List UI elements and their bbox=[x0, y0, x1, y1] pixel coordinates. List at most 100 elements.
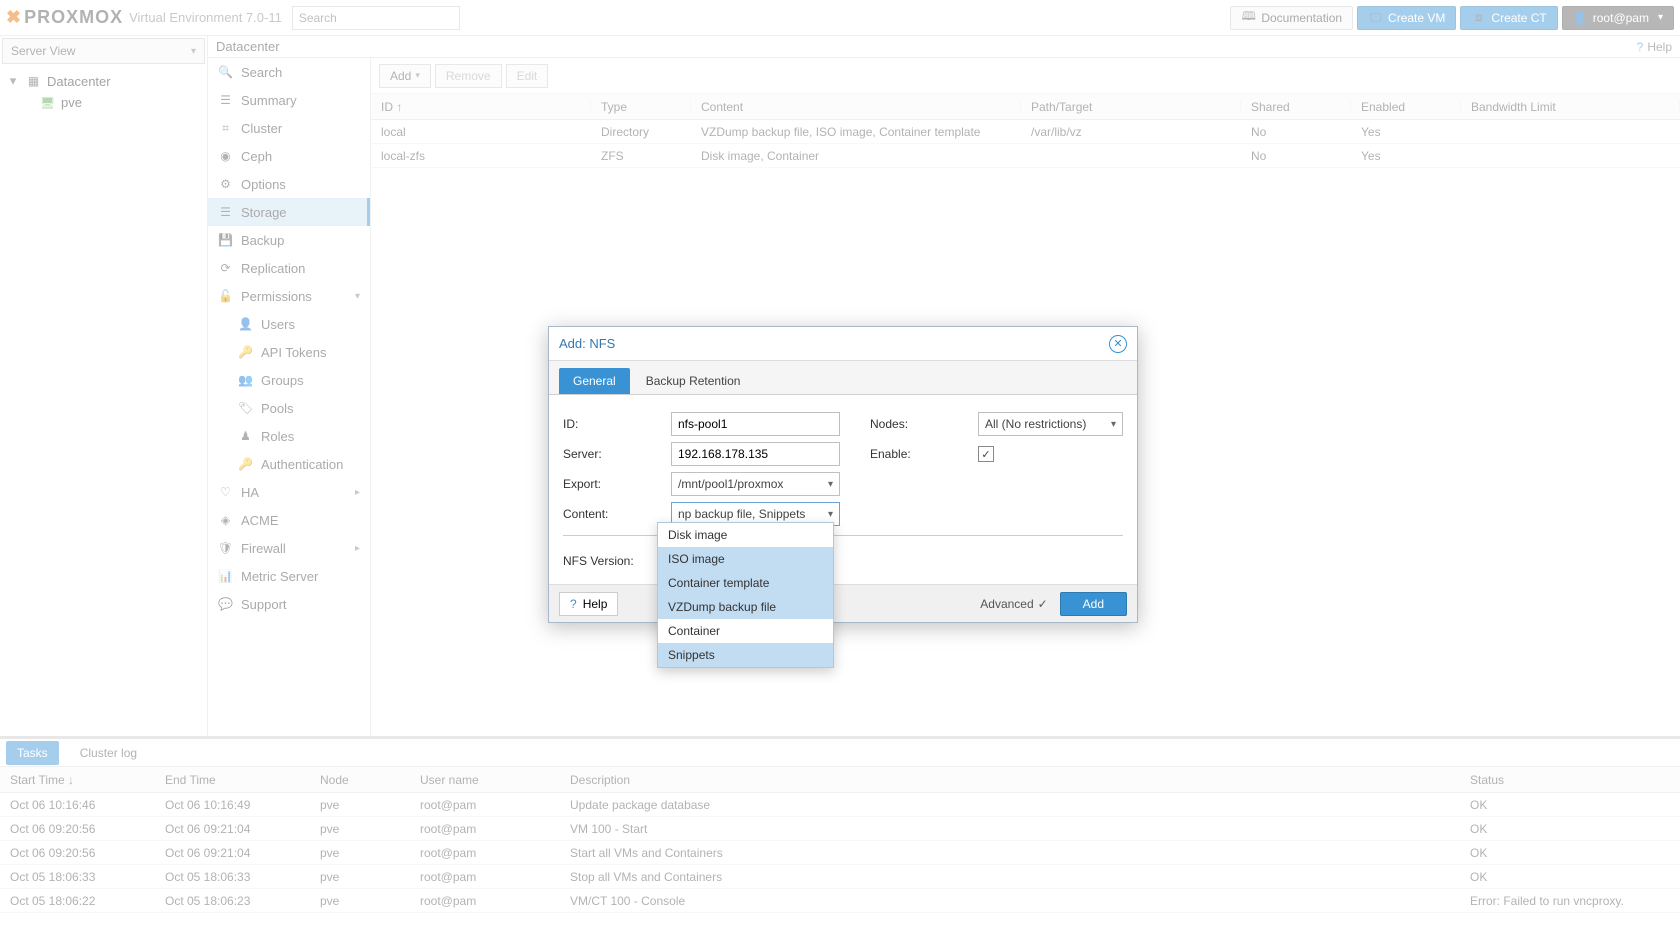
col-path[interactable]: Path/Target bbox=[1021, 100, 1241, 114]
export-combo[interactable]: /mnt/pool1/proxmox▾ bbox=[671, 472, 840, 496]
nav-groups[interactable]: 👥Groups bbox=[208, 366, 370, 394]
nav-ceph[interactable]: ◉Ceph bbox=[208, 142, 370, 170]
nav-pools[interactable]: 🏷Pools bbox=[208, 394, 370, 422]
log-col-end[interactable]: End Time bbox=[155, 767, 310, 792]
add-nfs-dialog: Add: NFS ✕ General Backup Retention ID: … bbox=[548, 326, 1138, 623]
server-label: Server: bbox=[563, 447, 671, 461]
nodes-combo[interactable]: All (No restrictions)▾ bbox=[978, 412, 1123, 436]
col-content[interactable]: Content bbox=[691, 100, 1021, 114]
col-type[interactable]: Type bbox=[591, 100, 691, 114]
add-submit-button[interactable]: Add bbox=[1060, 592, 1127, 616]
chevron-down-icon: ▾ bbox=[828, 479, 833, 490]
col-enabled[interactable]: Enabled bbox=[1351, 100, 1461, 114]
nav-firewall[interactable]: 🛡Firewall▸ bbox=[208, 534, 370, 562]
create-ct-button[interactable]: ⧈Create CT bbox=[1460, 6, 1557, 30]
shield-icon: 🛡 bbox=[218, 541, 233, 556]
chevron-right-icon: ▸ bbox=[355, 543, 360, 554]
create-vm-button[interactable]: 🖵Create VM bbox=[1357, 6, 1456, 30]
certificate-icon: ◈ bbox=[218, 513, 233, 528]
nav-options[interactable]: ⚙Options bbox=[208, 170, 370, 198]
log-row[interactable]: Oct 06 10:16:46Oct 06 10:16:49pveroot@pa… bbox=[0, 793, 1680, 817]
view-selector[interactable]: Server View▾ bbox=[2, 38, 205, 64]
nav-summary[interactable]: ☰Summary bbox=[208, 86, 370, 114]
log-col-node[interactable]: Node bbox=[310, 767, 410, 792]
nav-authentication[interactable]: 🔑Authentication bbox=[208, 450, 370, 478]
tree-node-pve[interactable]: 🖥pve bbox=[0, 92, 207, 113]
enable-checkbox[interactable]: ✓ bbox=[978, 446, 994, 462]
chevron-down-icon: ▾ bbox=[1111, 419, 1116, 430]
dropdown-option[interactable]: Container bbox=[658, 619, 833, 643]
top-header: ✖PROXMOX Virtual Environment 7.0-11 🕮Doc… bbox=[0, 0, 1680, 36]
nav-roles[interactable]: ♟Roles bbox=[208, 422, 370, 450]
help-link[interactable]: ?Help bbox=[1637, 40, 1672, 54]
add-button[interactable]: Add▾ bbox=[379, 64, 431, 88]
ceph-icon: ◉ bbox=[218, 149, 233, 164]
edit-button[interactable]: Edit bbox=[506, 64, 549, 88]
log-row[interactable]: Oct 05 18:06:33Oct 05 18:06:33pveroot@pa… bbox=[0, 865, 1680, 889]
nav-support[interactable]: 💬Support bbox=[208, 590, 370, 618]
storage-toolbar: Add▾ Remove Edit bbox=[371, 58, 1680, 94]
server-icon: 🖥 bbox=[40, 95, 55, 110]
user-icon: 👤 bbox=[1573, 10, 1588, 25]
chevron-right-icon: ▸ bbox=[355, 487, 360, 498]
log-row[interactable]: Oct 06 09:20:56Oct 06 09:21:04pveroot@pa… bbox=[0, 817, 1680, 841]
nav-search[interactable]: 🔍Search bbox=[208, 58, 370, 86]
tree-datacenter[interactable]: ▾▦Datacenter bbox=[0, 70, 207, 92]
tab-cluster-log[interactable]: Cluster log bbox=[69, 741, 148, 765]
gear-icon: ⚙ bbox=[218, 177, 233, 192]
col-shared[interactable]: Shared bbox=[1241, 100, 1351, 114]
nav-backup[interactable]: 💾Backup bbox=[208, 226, 370, 254]
id-input[interactable] bbox=[671, 412, 840, 436]
col-bw[interactable]: Bandwidth Limit bbox=[1461, 100, 1680, 114]
help-button[interactable]: ?Help bbox=[559, 592, 618, 616]
storage-row[interactable]: localDirectoryVZDump backup file, ISO im… bbox=[371, 120, 1680, 144]
close-button[interactable]: ✕ bbox=[1109, 335, 1127, 353]
nav-acme[interactable]: ◈ACME bbox=[208, 506, 370, 534]
log-row[interactable]: Oct 06 09:20:56Oct 06 09:21:04pveroot@pa… bbox=[0, 841, 1680, 865]
comments-icon: 💬 bbox=[218, 597, 233, 612]
nav-api-tokens[interactable]: 🔑API Tokens bbox=[208, 338, 370, 366]
log-col-desc[interactable]: Description bbox=[560, 767, 1460, 792]
dropdown-option[interactable]: Disk image bbox=[658, 523, 833, 547]
tab-tasks[interactable]: Tasks bbox=[6, 741, 59, 765]
nav-cluster[interactable]: ⌗Cluster bbox=[208, 114, 370, 142]
nav-storage[interactable]: ☰Storage bbox=[208, 198, 370, 226]
dialog-title: Add: NFS bbox=[559, 336, 615, 351]
content-dropdown: Disk imageISO imageContainer templateVZD… bbox=[657, 522, 834, 668]
nav-replication[interactable]: ⟳Replication bbox=[208, 254, 370, 282]
tags-icon: 🏷 bbox=[238, 401, 253, 416]
sync-icon: ⟳ bbox=[218, 261, 233, 276]
nav-users[interactable]: 👤Users bbox=[208, 310, 370, 338]
documentation-button[interactable]: 🕮Documentation bbox=[1230, 6, 1353, 30]
log-col-start[interactable]: Start Time ↓ bbox=[0, 767, 155, 792]
log-col-status[interactable]: Status bbox=[1460, 767, 1680, 792]
monitor-icon: 🖵 bbox=[1368, 10, 1383, 25]
user-menu-button[interactable]: 👤root@pam▾ bbox=[1562, 6, 1674, 30]
heartbeat-icon: ♡ bbox=[218, 485, 233, 500]
log-row[interactable]: Oct 05 18:06:22Oct 05 18:06:23pveroot@pa… bbox=[0, 889, 1680, 913]
dropdown-option[interactable]: Snippets bbox=[658, 643, 833, 667]
nodes-label: Nodes: bbox=[870, 417, 978, 431]
cluster-icon: ⌗ bbox=[218, 121, 233, 136]
nav-metric[interactable]: 📊Metric Server bbox=[208, 562, 370, 590]
nav-permissions[interactable]: 🔓Permissions▾ bbox=[208, 282, 370, 310]
chart-icon: 📊 bbox=[218, 569, 233, 584]
close-icon: ✕ bbox=[1113, 337, 1122, 350]
tab-backup-retention[interactable]: Backup Retention bbox=[632, 368, 755, 394]
male-icon: ♟ bbox=[238, 429, 253, 444]
global-search-input[interactable] bbox=[292, 6, 460, 30]
dropdown-option[interactable]: VZDump backup file bbox=[658, 595, 833, 619]
user-icon: 👤 bbox=[238, 317, 253, 332]
storage-row[interactable]: local-zfsZFSDisk image, ContainerNoYes bbox=[371, 144, 1680, 168]
remove-button[interactable]: Remove bbox=[435, 64, 502, 88]
advanced-toggle[interactable]: Advanced✓ bbox=[980, 597, 1051, 611]
server-input[interactable] bbox=[671, 442, 840, 466]
tab-general[interactable]: General bbox=[559, 368, 630, 394]
log-col-user[interactable]: User name bbox=[410, 767, 560, 792]
nav-ha[interactable]: ♡HA▸ bbox=[208, 478, 370, 506]
dropdown-option[interactable]: ISO image bbox=[658, 547, 833, 571]
dropdown-option[interactable]: Container template bbox=[658, 571, 833, 595]
nfs-version-label: NFS Version: bbox=[563, 554, 671, 568]
database-icon: ☰ bbox=[218, 205, 233, 220]
col-id[interactable]: ID ↑ bbox=[371, 100, 591, 114]
